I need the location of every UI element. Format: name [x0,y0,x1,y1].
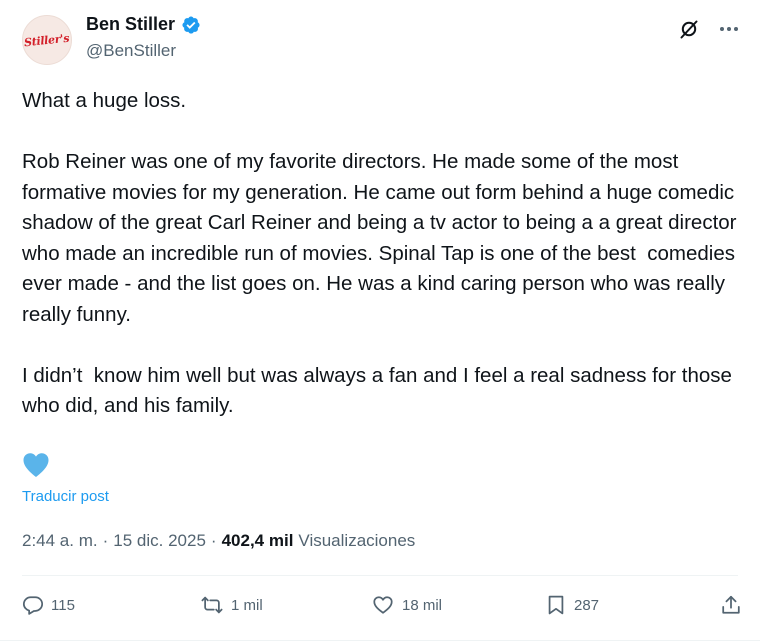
top-right-icons [676,16,742,42]
share-icon [722,595,740,614]
reply-count: 115 [51,596,75,614]
post-paragraph: I didn’t know him well but was always a … [22,363,738,418]
bookmark-count: 287 [574,596,600,614]
repost-count: 1 mil [231,596,263,614]
reply-button[interactable]: 115 [22,594,75,616]
reply-icon [22,596,44,615]
post-time[interactable]: 2:44 a. m. [22,531,98,551]
like-button[interactable]: 18 mil [371,594,442,616]
like-icon [373,596,393,614]
author-name-row: Ben Stiller [86,14,201,35]
bookmark-button[interactable]: 287 [545,594,599,616]
post-paragraph: Rob Reiner was one of my favorite direct… [22,150,743,326]
like-count: 18 mil [402,596,443,614]
views-count: 402,4 mil [221,531,294,550]
translate-post-link[interactable]: Traducir post [22,488,109,505]
repost-icon [201,596,223,614]
share-button[interactable] [720,594,742,616]
views-label: Visualizaciones [298,531,416,550]
meta-separator: · [210,531,217,550]
more-options-icon[interactable] [716,16,742,42]
repost-button[interactable]: 1 mil [200,594,263,616]
avatar[interactable]: Stiller's [22,15,72,65]
post-meta: 2:44 a. m. · 15 dic. 2025 · 402,4 mil Vi… [22,531,415,551]
tweet: Stiller's Ben Stiller @BenStiller What a… [0,0,760,641]
post-date[interactable]: 15 dic. 2025 [113,531,206,551]
blue-heart-emoji-icon [22,452,52,480]
grok-icon[interactable] [676,16,702,42]
verified-badge-icon[interactable] [181,15,201,35]
post-paragraph: What a huge loss. [22,89,187,112]
action-bar: 115 1 mil 18 mil 287 [22,594,742,622]
author-display-name[interactable]: Ben Stiller [86,14,175,35]
meta-separator: · [102,531,109,550]
author-handle[interactable]: @BenStiller [86,41,176,61]
divider [22,575,738,576]
post-text: What a huge loss. Rob Reiner was one of … [22,86,747,422]
bookmark-icon [548,595,564,615]
avatar-logo-text: Stiller's [23,31,71,49]
